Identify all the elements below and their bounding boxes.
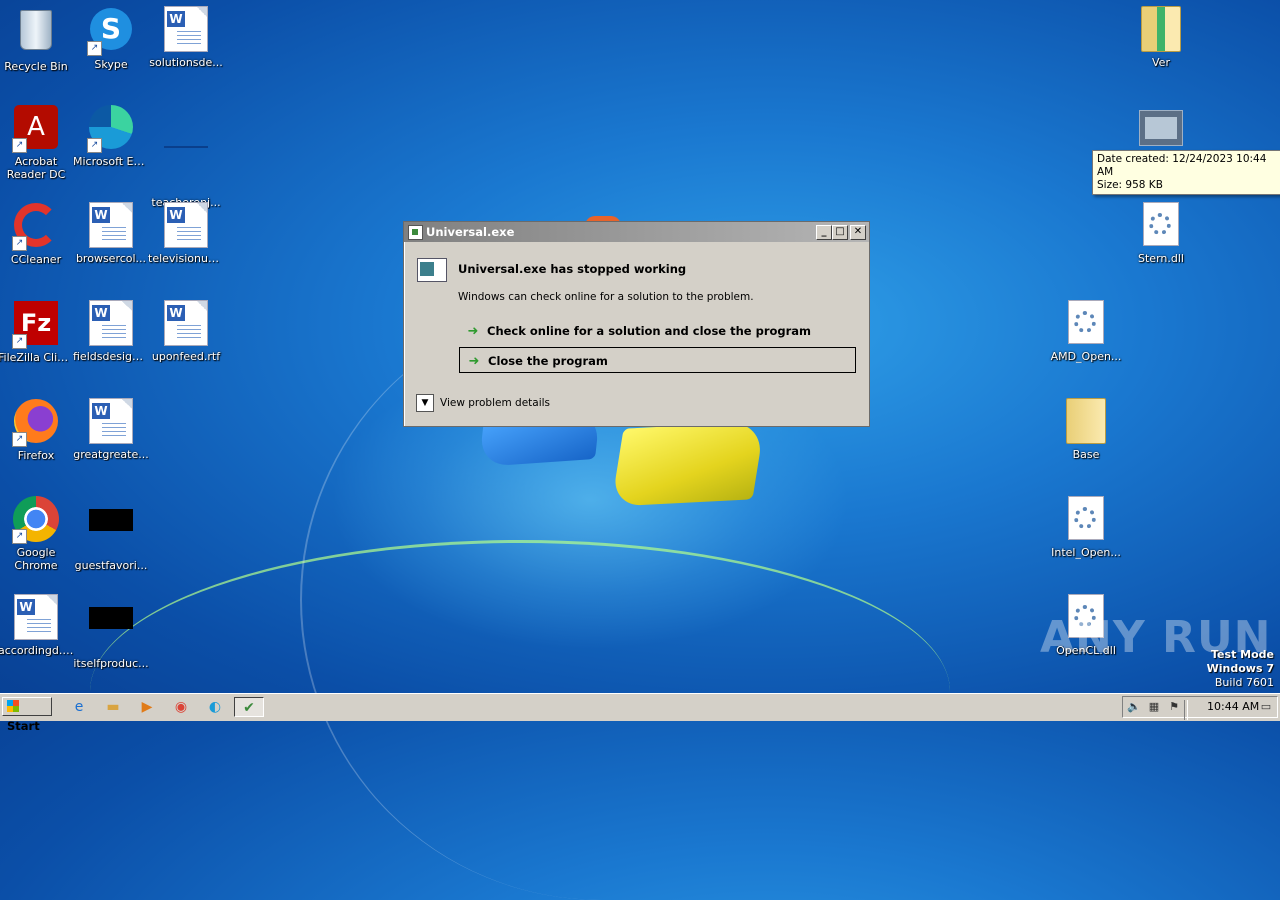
network-icon[interactable]: ▦ <box>1147 700 1161 714</box>
file-tooltip: Date created: 12/24/2023 10:44 AM Size: … <box>1092 150 1280 195</box>
word-doc-icon: W <box>162 300 210 348</box>
desktop-icon-window-app[interactable] <box>1123 104 1199 152</box>
desktop-icon-ver[interactable]: Ver <box>1123 6 1199 69</box>
maximize-button[interactable]: □ <box>832 225 848 240</box>
windows-logo-yellow <box>611 421 765 507</box>
dialog-titlebar[interactable]: Universal.exe _ □ ✕ <box>404 222 869 242</box>
desktop-icon-guestfavori[interactable]: guestfavori... <box>73 496 149 572</box>
folder-icon <box>1137 6 1185 54</box>
desktop-icon-filezilla[interactable]: Fz ↗ FileZilla Client <box>0 300 74 364</box>
shortcut-arrow-icon: ↗ <box>12 236 27 251</box>
system-tray: 🔈 ▦ ⚑ 10:44 AM ▭ <box>1122 696 1278 720</box>
dialog-subtext: Windows can check online for a solution … <box>458 291 754 303</box>
ie-icon[interactable]: e <box>67 697 91 717</box>
desktop-icon-chrome[interactable]: ↗ Google Chrome <box>0 496 74 572</box>
desktop-icon-itselfproduc[interactable]: itselfproduc... <box>73 594 149 670</box>
shortcut-arrow-icon: ↗ <box>12 334 27 349</box>
desktop-icon-acrobat[interactable]: A ↗ Acrobat Reader DC <box>0 104 74 181</box>
desktop-icon-solutionsde[interactable]: W solutionsde... <box>148 6 224 69</box>
windows-logo-icon <box>7 700 19 712</box>
filezilla-icon: Fz ↗ <box>12 301 60 349</box>
firefox-icon: ↗ <box>12 399 60 447</box>
shortcut-arrow-icon: ↗ <box>12 529 27 544</box>
program-icon <box>417 258 447 282</box>
chrome-icon: ↗ <box>12 496 60 544</box>
explorer-icon[interactable]: ▬ <box>101 697 125 717</box>
desktop-icon-greatgreate[interactable]: W greatgreate... <box>73 398 149 461</box>
shortcut-arrow-icon: ↗ <box>12 432 27 447</box>
skype-icon: S ↗ <box>87 8 135 56</box>
blank-file-icon <box>162 146 210 194</box>
minimize-button[interactable]: _ <box>816 225 832 240</box>
shortcut-arrow-icon: ↗ <box>12 138 27 153</box>
dll-icon <box>1137 202 1185 250</box>
desktop-icon-teacherenj[interactable]: teacherenj... <box>148 104 224 209</box>
app-title-icon <box>408 225 423 240</box>
media-player-icon[interactable]: ▶ <box>135 697 159 717</box>
close-program-option[interactable]: ➜ Close the program <box>459 347 856 373</box>
flag-icon[interactable]: ⚑ <box>1167 700 1181 714</box>
green-arrow-icon: ➜ <box>468 354 480 369</box>
desktop-icon-firefox[interactable]: ↗ Firefox <box>0 398 74 462</box>
ccleaner-icon: ↗ <box>12 203 60 251</box>
error-dialog: Universal.exe _ □ ✕ Universal.exe has st… <box>403 221 870 427</box>
dialog-title: Universal.exe <box>426 225 515 239</box>
black-thumb-icon <box>87 607 135 655</box>
check-online-option[interactable]: ➜ Check online for a solution and close t… <box>459 318 856 344</box>
desktop-icon-televisionus[interactable]: W televisionus... <box>148 202 224 265</box>
folder-icon <box>1062 398 1110 446</box>
desktop-icon-accordingd[interactable]: W accordingd.rtf <box>0 594 74 657</box>
show-desktop-icon[interactable]: ▭ <box>1259 700 1273 714</box>
clock[interactable]: 10:44 AM <box>1207 697 1259 717</box>
start-button[interactable]: Start <box>2 697 52 733</box>
recycle-bin-icon <box>12 10 60 58</box>
desktop-icon-fieldsdesign[interactable]: W fieldsdesign... <box>73 300 149 363</box>
test-mode-notice: Test Mode Windows 7 Build 7601 <box>1206 648 1274 689</box>
word-doc-icon: W <box>87 300 135 348</box>
tray-separator <box>1184 700 1188 720</box>
desktop-icon-base[interactable]: Base <box>1048 398 1124 461</box>
green-arrow-icon: ➜ <box>467 324 479 339</box>
edge-taskbar-icon[interactable]: ◐ <box>203 697 227 717</box>
word-doc-icon: W <box>12 594 60 642</box>
desktop-icon-ccleaner[interactable]: ↗ CCleaner <box>0 202 74 266</box>
tooltip-size: Size: 958 KB <box>1097 179 1163 191</box>
word-doc-icon: W <box>162 6 210 54</box>
black-thumb-icon <box>87 509 135 557</box>
desktop-icon-edge[interactable]: ↗ Microsoft Edge <box>73 104 149 168</box>
close-button[interactable]: ✕ <box>850 225 866 240</box>
dll-icon <box>1062 496 1110 544</box>
volume-icon[interactable]: 🔈 <box>1127 700 1141 714</box>
chevron-down-icon[interactable]: ▼ <box>416 394 434 412</box>
word-doc-icon: W <box>87 202 135 250</box>
desktop-icon-recycle-bin[interactable]: Recycle Bin <box>0 6 74 73</box>
desktop-icon-skype[interactable]: S ↗ Skype <box>73 6 149 71</box>
word-doc-icon: W <box>162 202 210 250</box>
edge-icon: ↗ <box>87 105 135 153</box>
taskbar: Start e ▬ ▶ ◉ ◐ ✔ 🔈 ▦ ⚑ 10:44 AM ▭ <box>0 693 1280 733</box>
desktop-icon-stern-dll[interactable]: Stern.dll <box>1123 202 1199 265</box>
tooltip-date-created: Date created: 12/24/2023 10:44 AM <box>1097 153 1267 178</box>
shortcut-arrow-icon: ↗ <box>87 41 102 56</box>
desktop-icon-intel-open[interactable]: Intel_Open... <box>1048 496 1124 559</box>
acrobat-icon: A ↗ <box>12 105 60 153</box>
desktop-icon-browsercol[interactable]: W browsercol... <box>73 202 149 265</box>
chrome-taskbar-icon[interactable]: ◉ <box>169 697 193 717</box>
universal-app-taskbar-icon[interactable]: ✔ <box>234 697 264 717</box>
dll-icon <box>1062 300 1110 348</box>
dialog-heading: Universal.exe has stopped working <box>458 262 687 276</box>
word-doc-icon: W <box>87 398 135 446</box>
desktop-icon-amd-open[interactable]: AMD_Open... <box>1048 300 1124 363</box>
view-problem-details[interactable]: ▼ View problem details <box>416 394 550 414</box>
shortcut-arrow-icon: ↗ <box>87 138 102 153</box>
desktop-icon-uponfeed[interactable]: W uponfeed.rtf <box>148 300 224 363</box>
